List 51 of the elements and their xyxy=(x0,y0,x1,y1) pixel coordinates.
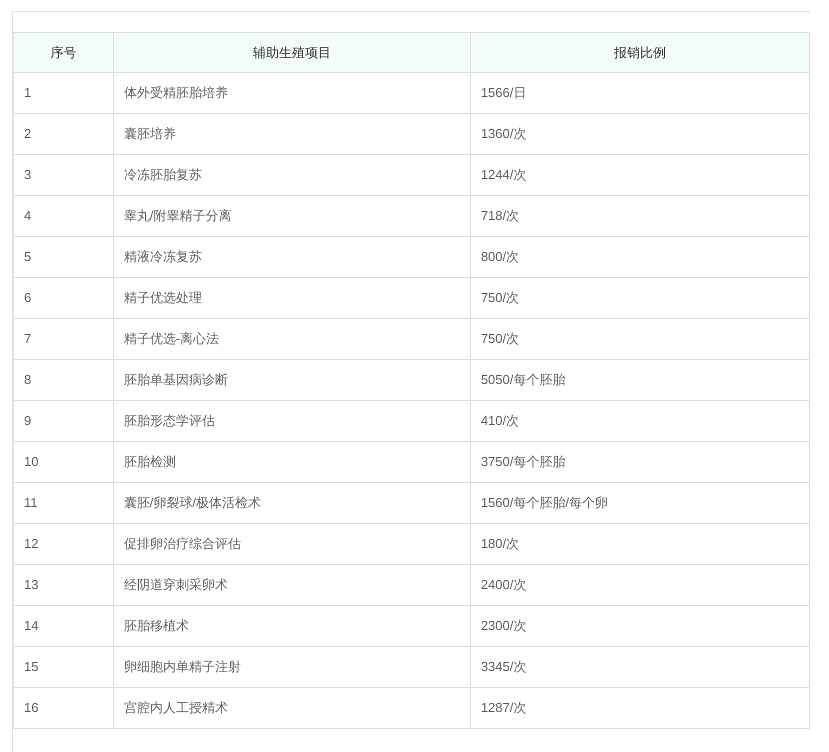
table-cell: 1244/次 xyxy=(470,154,810,196)
table-cell: 410/次 xyxy=(470,400,810,442)
table-cell: 体外受精胚胎培养 xyxy=(113,72,470,114)
table-cell: 750/次 xyxy=(470,318,810,360)
table-cell: 4 xyxy=(14,196,114,236)
table-cell: 精子优选-离心法 xyxy=(113,318,470,360)
table-cell: 11 xyxy=(14,482,114,524)
table-cell: 15 xyxy=(14,646,114,688)
table-cell: 10 xyxy=(14,442,114,482)
table-cell: 睾丸/附睾精子分离 xyxy=(113,196,470,236)
table-cell: 5 xyxy=(14,236,114,278)
table-cell: 1 xyxy=(14,72,114,114)
table-cell: 卵细胞内单精子注射 xyxy=(113,646,470,688)
table-cell: 胚胎单基因病诊断 xyxy=(113,360,470,400)
table-cell: 6 xyxy=(14,278,114,318)
table-cell: 8 xyxy=(14,360,114,400)
table-cell: 3750/每个胚胎 xyxy=(470,442,810,482)
table-cell: 750/次 xyxy=(470,278,810,318)
table-cell: 胚胎形态学评估 xyxy=(113,400,470,442)
table-cell: 3 xyxy=(14,154,114,196)
table-cell: 经阴道穿刺采卵术 xyxy=(113,564,470,606)
table-cell: 1287/次 xyxy=(470,688,810,728)
table-cell: 精子优选处理 xyxy=(113,278,470,318)
table-cell: 718/次 xyxy=(470,196,810,236)
table-cell: 囊胚培养 xyxy=(113,114,470,154)
table-cell: 7 xyxy=(14,318,114,360)
table-cell: 5050/每个胚胎 xyxy=(470,360,810,400)
column-header: 报销比例 xyxy=(470,32,810,72)
column-header: 序号 xyxy=(14,32,114,72)
table-cell: 2400/次 xyxy=(470,564,810,606)
table-cell: 14 xyxy=(14,606,114,646)
table-cell: 1566/日 xyxy=(470,72,810,114)
table-cell: 囊胚/卵裂球/极体活检术 xyxy=(113,482,470,524)
table-cell: 胚胎移植术 xyxy=(113,606,470,646)
table-cell: 16 xyxy=(14,688,114,728)
table-cell: 800/次 xyxy=(470,236,810,278)
table-cell: 宫腔内人工授精术 xyxy=(113,688,470,728)
table-cell: 3345/次 xyxy=(470,646,810,688)
table-cell: 促排卵治疗综合评估 xyxy=(113,524,470,564)
table-cell: 9 xyxy=(14,400,114,442)
table-cell: 12 xyxy=(14,524,114,564)
table-cell: 精液冷冻复苏 xyxy=(113,236,470,278)
table-cell: 冷冻胚胎复苏 xyxy=(113,154,470,196)
table-cell: 1360/次 xyxy=(470,114,810,154)
table-cell: 13 xyxy=(14,564,114,606)
table-cell: 2 xyxy=(14,114,114,154)
table-cell: 2300/次 xyxy=(470,606,810,646)
column-header: 辅助生殖项目 xyxy=(113,32,470,72)
table-cell: 1560/每个胚胎/每个卵 xyxy=(470,482,810,524)
table-cell: 180/次 xyxy=(470,524,810,564)
table-cell: 胚胎检测 xyxy=(113,442,470,482)
